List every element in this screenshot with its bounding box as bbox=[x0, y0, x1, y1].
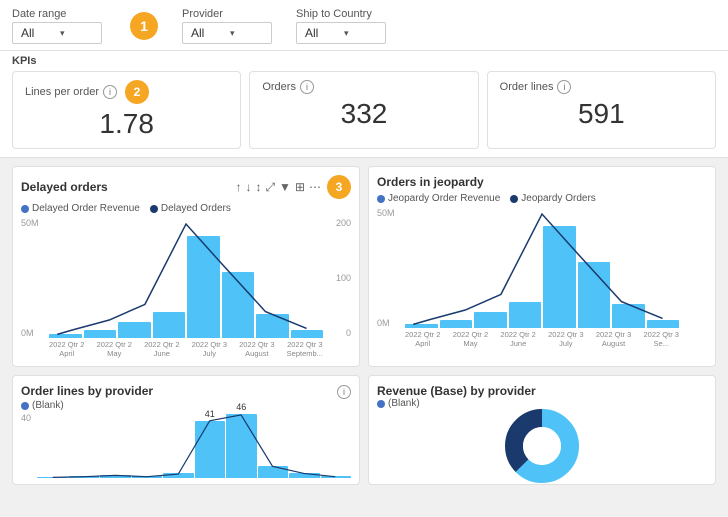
kpi-section: KPIs Lines per order i 2 1.78 Orders i 3… bbox=[0, 51, 728, 158]
legend-order-lines-blank: (Blank) bbox=[21, 400, 64, 411]
kpi-value-lines: 1.78 bbox=[25, 108, 228, 140]
more-icon[interactable]: ⋯ bbox=[309, 180, 321, 194]
revenue-provider-title: Revenue (Base) by provider bbox=[377, 384, 536, 398]
revenue-provider-chart: Revenue (Base) by provider (Blank) bbox=[368, 375, 716, 485]
delayed-y-labels-right: 200 100 0 bbox=[323, 218, 351, 338]
jeopardy-bars-inner bbox=[405, 208, 679, 328]
legend-delayed-orders: Delayed Orders bbox=[150, 203, 231, 214]
date-range-chevron-icon: ▾ bbox=[60, 28, 93, 39]
kpi-card-order-lines: Order lines i 591 bbox=[487, 71, 716, 149]
order-lines-bars-area: 40 41 46 bbox=[21, 413, 351, 478]
jeopardy-orders-chart: Orders in jeopardy Jeopardy Order Revenu… bbox=[368, 166, 716, 367]
provider-label: Provider bbox=[182, 8, 272, 20]
charts-row: Delayed orders ↑ ↓ ↕ ⤢ ▼ ⊞ ⋯ 3 Delayed O… bbox=[0, 158, 728, 375]
info-icon-orders[interactable]: i bbox=[300, 80, 314, 94]
legend-dot-delayed-revenue bbox=[21, 205, 29, 213]
donut-chart-container bbox=[377, 411, 707, 481]
ship-to-country-filter: Ship to Country All ▾ bbox=[296, 8, 386, 44]
filter-icon[interactable]: ▼ bbox=[279, 180, 291, 194]
order-lines-line bbox=[37, 413, 351, 478]
ship-to-country-select[interactable]: All ▾ bbox=[296, 22, 386, 44]
kpi-card-orders: Orders i 332 bbox=[249, 71, 478, 149]
delayed-orders-chart-area: 50M 0M 200 100 0 bbox=[21, 218, 351, 358]
ship-to-country-label: Ship to Country bbox=[296, 8, 386, 20]
delayed-orders-legend: Delayed Order Revenue Delayed Orders bbox=[21, 203, 351, 214]
delayed-orders-header: Delayed orders ↑ ↓ ↕ ⤢ ▼ ⊞ ⋯ 3 bbox=[21, 175, 351, 199]
jeopardy-orders-chart-area: 50M 0M 2022 bbox=[377, 208, 707, 348]
info-icon-lines[interactable]: i bbox=[103, 85, 117, 99]
kpi-card-title-lines: Lines per order i 2 bbox=[25, 80, 228, 104]
badge-3: 3 bbox=[327, 175, 351, 199]
kpi-card-title-orders: Orders i bbox=[262, 80, 465, 94]
legend-jeopardy-orders: Jeopardy Orders bbox=[510, 193, 595, 204]
provider-chevron-icon: ▾ bbox=[230, 28, 263, 39]
y-axis-40: 40 bbox=[21, 413, 31, 423]
jeopardy-orders-legend: Jeopardy Order Revenue Jeopardy Orders bbox=[377, 193, 707, 204]
badge-2: 2 bbox=[125, 80, 149, 104]
legend-dot-jeopardy-orders bbox=[510, 195, 518, 203]
jeopardy-x-labels: 2022 Qtr 2April 2022 Qtr 2May 2022 Qtr 2… bbox=[405, 328, 679, 348]
kpi-card-title-order-lines: Order lines i bbox=[500, 80, 703, 94]
order-lines-provider-title: Order lines by provider bbox=[21, 384, 153, 398]
delayed-orders-chart: Delayed orders ↑ ↓ ↕ ⤢ ▼ ⊞ ⋯ 3 Delayed O… bbox=[12, 166, 360, 367]
delayed-x-labels: 2022 Qtr 2April 2022 Qtr 2May 2022 Qtr 2… bbox=[49, 338, 323, 358]
date-range-label: Date range bbox=[12, 8, 102, 20]
kpi-value-orders: 332 bbox=[262, 98, 465, 130]
kpi-value-order-lines: 591 bbox=[500, 98, 703, 130]
ship-to-country-chevron-icon: ▾ bbox=[344, 28, 377, 39]
kpi-section-label: KPIs bbox=[12, 55, 716, 67]
legend-jeopardy-revenue: Jeopardy Order Revenue bbox=[377, 193, 500, 204]
provider-filter: Provider All ▾ bbox=[182, 8, 272, 44]
order-lines-provider-chart: Order lines by provider i (Blank) 40 41 bbox=[12, 375, 360, 485]
donut-chart bbox=[502, 406, 582, 485]
delayed-orders-title: Delayed orders bbox=[21, 180, 108, 194]
legend-dot-jeopardy-revenue bbox=[377, 195, 385, 203]
bottom-charts-row: Order lines by provider i (Blank) 40 41 bbox=[0, 375, 728, 493]
legend-delayed-revenue: Delayed Order Revenue bbox=[21, 203, 140, 214]
jeopardy-orders-header: Orders in jeopardy bbox=[377, 175, 707, 189]
delayed-line-overlay bbox=[49, 218, 323, 338]
delayed-orders-toolbar: ↑ ↓ ↕ ⤢ ▼ ⊞ ⋯ 3 bbox=[235, 175, 351, 199]
delayed-y-labels-left: 50M 0M bbox=[21, 218, 49, 338]
legend-dot-order-lines-blank bbox=[21, 402, 29, 410]
sort-asc-icon[interactable]: ↑ bbox=[235, 180, 241, 194]
sort-both-icon[interactable]: ↕ bbox=[255, 180, 261, 194]
table-icon[interactable]: ⊞ bbox=[295, 180, 305, 194]
date-range-value: All bbox=[21, 26, 54, 40]
legend-revenue-blank: (Blank) bbox=[377, 398, 420, 409]
jeopardy-orders-title: Orders in jeopardy bbox=[377, 175, 484, 189]
ship-to-country-value: All bbox=[305, 26, 338, 40]
legend-dot-delayed-orders bbox=[150, 205, 158, 213]
info-icon-order-lines[interactable]: i bbox=[557, 80, 571, 94]
jeopardy-line-overlay bbox=[405, 208, 679, 328]
sort-desc-icon[interactable]: ↓ bbox=[245, 180, 251, 194]
kpi-card-lines-per-order: Lines per order i 2 1.78 bbox=[12, 71, 241, 149]
date-range-filter: Date range All ▾ bbox=[12, 8, 102, 44]
jeopardy-y-labels-left: 50M 0M bbox=[377, 208, 405, 328]
date-range-select[interactable]: All ▾ bbox=[12, 22, 102, 44]
kpi-cards-container: Lines per order i 2 1.78 Orders i 332 Or… bbox=[12, 71, 716, 149]
order-lines-provider-legend: (Blank) bbox=[21, 400, 351, 411]
provider-value: All bbox=[191, 26, 224, 40]
provider-select[interactable]: All ▾ bbox=[182, 22, 272, 44]
info-icon-order-lines-provider[interactable]: i bbox=[337, 385, 351, 399]
expand-icon[interactable]: ⤢ bbox=[265, 180, 275, 195]
legend-dot-revenue-blank bbox=[377, 400, 385, 408]
badge-1: 1 bbox=[130, 12, 158, 40]
delayed-bars-inner bbox=[49, 218, 323, 338]
top-filters-bar: Date range All ▾ 1 Provider All ▾ Ship t… bbox=[0, 0, 728, 51]
order-lines-bars: 41 46 bbox=[21, 413, 351, 478]
bar-label-46: 46 bbox=[236, 402, 246, 412]
